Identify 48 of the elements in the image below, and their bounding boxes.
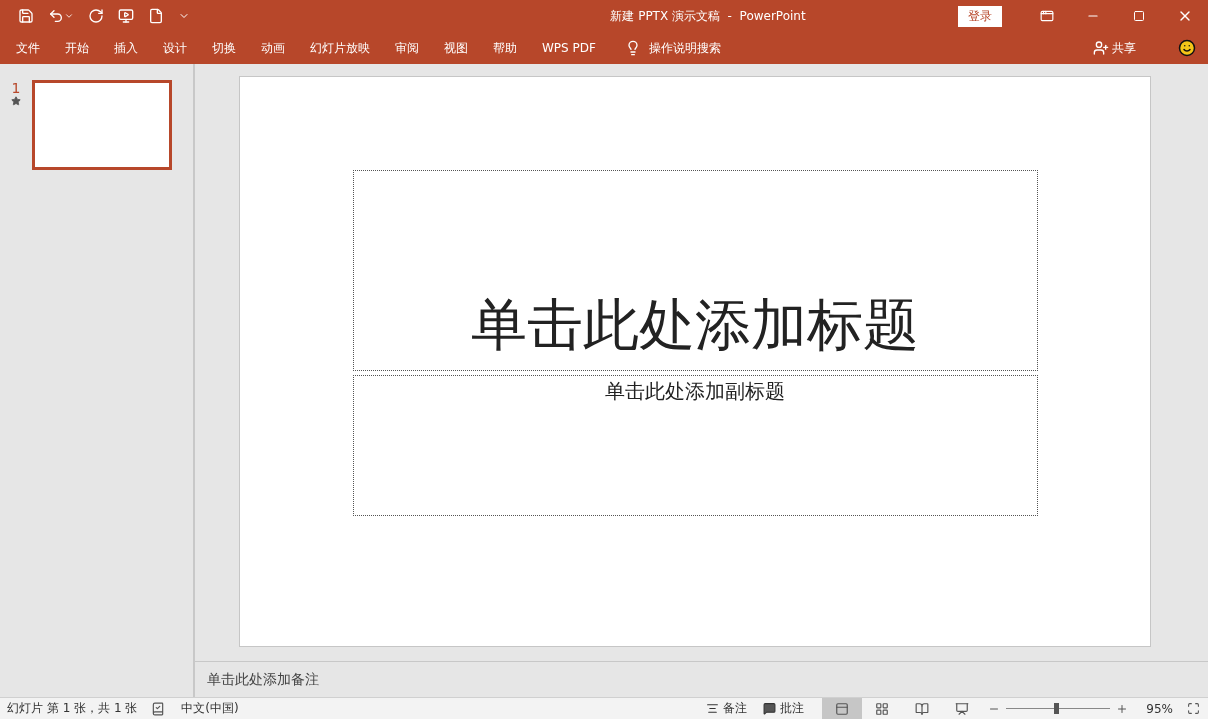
fit-to-window-icon[interactable] bbox=[1187, 702, 1200, 715]
zoom-thumb[interactable] bbox=[1054, 703, 1060, 714]
ribbon-tab[interactable]: 文件 bbox=[8, 35, 48, 61]
ribbon-tab[interactable]: 开始 bbox=[57, 35, 97, 61]
zoom-in-icon[interactable] bbox=[1116, 702, 1129, 715]
ribbon-tab[interactable]: 帮助 bbox=[485, 35, 525, 61]
title-placeholder-text: 单击此处添加标题 bbox=[471, 291, 919, 359]
monitor-play-icon[interactable] bbox=[118, 8, 134, 24]
notes-button[interactable]: 备注 bbox=[698, 698, 756, 719]
file-icon[interactable] bbox=[148, 8, 164, 24]
zoom-level[interactable]: 95% bbox=[1146, 701, 1173, 716]
ribbon-tab[interactable]: 切换 bbox=[204, 35, 244, 61]
comments-button[interactable]: 批注 bbox=[755, 698, 813, 719]
window-icon bbox=[1040, 9, 1054, 23]
ribbon-tab[interactable]: WPS PDF bbox=[534, 37, 604, 59]
share-button[interactable]: 共享 bbox=[1087, 38, 1142, 58]
subtitle-placeholder[interactable]: 单击此处添加副标题 bbox=[352, 375, 1038, 516]
ribbon-tab[interactable]: 幻灯片放映 bbox=[302, 35, 378, 61]
book-icon bbox=[915, 701, 930, 716]
undo-icon[interactable] bbox=[48, 8, 64, 24]
grid-view-icon bbox=[875, 701, 890, 716]
language: 中文(中国) bbox=[181, 700, 239, 717]
ribbon-tab[interactable]: 设计 bbox=[155, 35, 195, 61]
ribbon-tab[interactable]: 插入 bbox=[106, 35, 146, 61]
slide-count: 幻灯片 第 1 张，共 1 张 bbox=[7, 700, 138, 717]
save-icon[interactable] bbox=[18, 8, 34, 24]
title-placeholder[interactable]: 单击此处添加标题 bbox=[352, 170, 1038, 371]
book-check-icon[interactable] bbox=[151, 701, 166, 716]
comment-icon bbox=[763, 702, 777, 715]
user-plus-icon bbox=[1093, 40, 1109, 56]
redo-icon[interactable] bbox=[88, 8, 104, 24]
smiley-icon[interactable] bbox=[1178, 39, 1196, 57]
normal-view-icon bbox=[835, 701, 850, 716]
caret-icon[interactable] bbox=[64, 11, 74, 21]
ribbon-tab[interactable]: 审阅 bbox=[387, 35, 427, 61]
login-button[interactable]: 登录 bbox=[958, 5, 1002, 27]
ribbon-tab[interactable]: 动画 bbox=[253, 35, 293, 61]
tell-me-search[interactable]: 操作说明搜索 bbox=[618, 38, 727, 58]
notes-placeholder: 单击此处添加备注 bbox=[207, 670, 319, 689]
lines-icon bbox=[706, 702, 720, 715]
maximize-icon bbox=[1133, 10, 1145, 22]
window-title: 新建 PPTX 演示文稿 - PowerPoint bbox=[609, 7, 807, 25]
view-button[interactable] bbox=[822, 698, 863, 719]
slide-thumbnail[interactable] bbox=[32, 80, 172, 170]
subtitle-placeholder-text: 单击此处添加副标题 bbox=[605, 378, 785, 405]
presentation-icon bbox=[955, 701, 970, 716]
slide-number: 1 bbox=[11, 80, 21, 96]
ribbon-tab[interactable]: 视图 bbox=[436, 35, 476, 61]
